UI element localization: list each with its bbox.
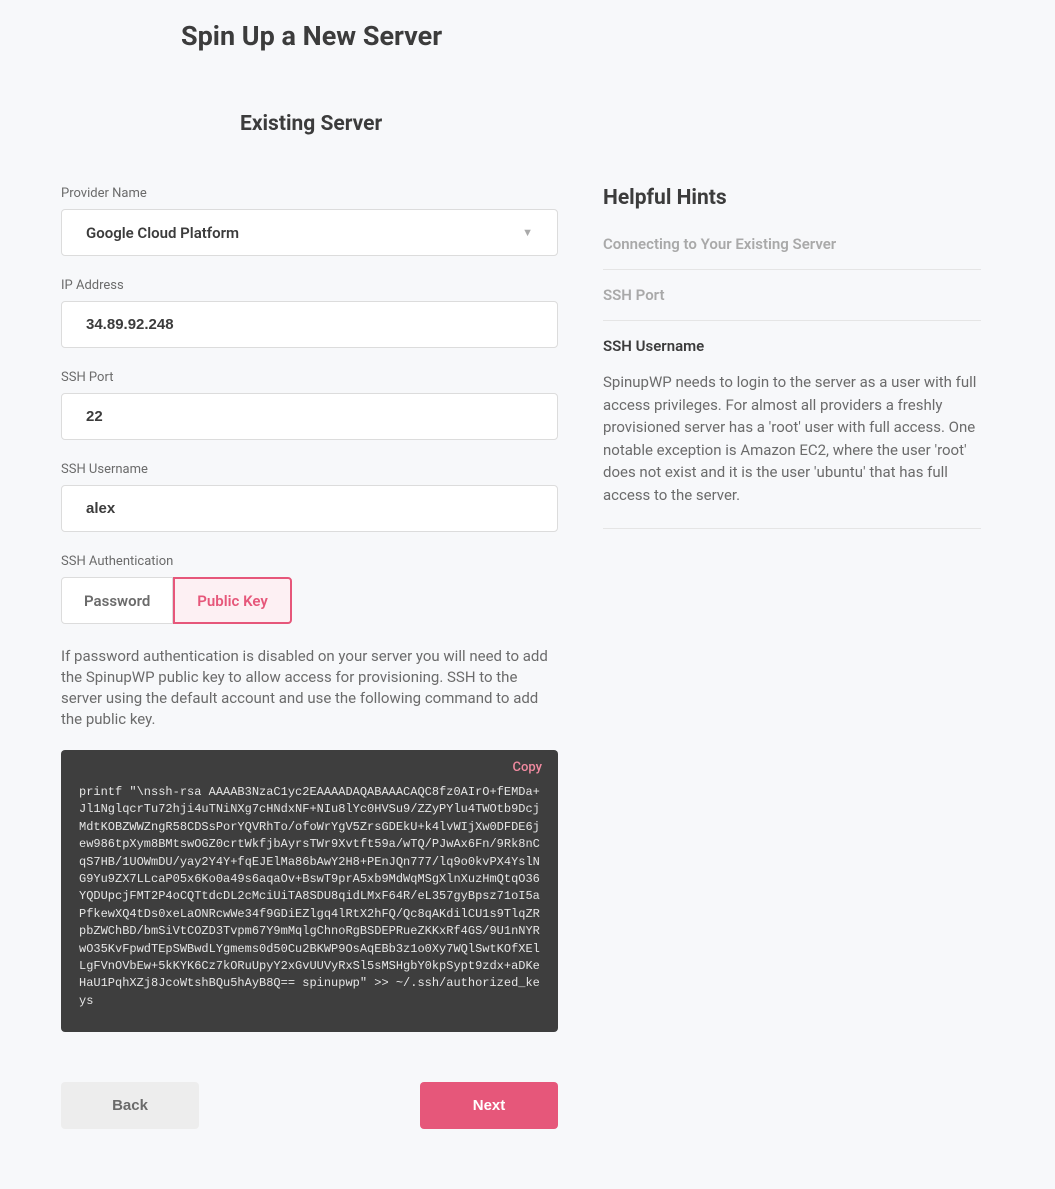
hint-item-connecting[interactable]: Connecting to Your Existing Server [603,235,981,270]
page-title: Spin Up a New Server [181,20,1055,52]
chevron-down-icon: ▼ [522,226,533,239]
hints-column: Helpful Hints Connecting to Your Existin… [603,186,981,1129]
ip-address-label: IP Address [61,278,558,293]
ssh-auth-label: SSH Authentication [61,554,558,569]
ssh-port-input[interactable] [61,393,558,440]
nav-buttons: Back Next [61,1082,558,1129]
hint-body: SpinupWP needs to login to the server as… [603,371,981,529]
back-button[interactable]: Back [61,1082,199,1129]
ssh-username-label: SSH Username [61,462,558,477]
ssh-username-input[interactable] [61,485,558,532]
ip-address-input[interactable] [61,301,558,348]
ssh-command-block: Copy printf "\nssh-rsa AAAAB3NzaC1yc2EAA… [61,750,558,1032]
provider-name-select[interactable]: Google Cloud Platform ▼ [61,209,558,256]
ssh-command-text: printf "\nssh-rsa AAAAB3NzaC1yc2EAAAADAQ… [79,784,540,1010]
provider-name-label: Provider Name [61,186,558,201]
hint-item-ssh-username[interactable]: SSH Username [603,321,981,371]
next-button[interactable]: Next [420,1082,558,1129]
form-column: Provider Name Google Cloud Platform ▼ IP… [61,186,558,1129]
copy-button[interactable]: Copy [513,760,542,775]
hint-item-ssh-port[interactable]: SSH Port [603,270,981,321]
ssh-auth-toggle: Password Public Key [61,577,558,624]
auth-public-key-button[interactable]: Public Key [173,577,292,624]
hints-title: Helpful Hints [603,186,981,210]
auth-password-button[interactable]: Password [61,577,173,624]
public-key-help-text: If password authentication is disabled o… [61,646,558,730]
provider-name-value: Google Cloud Platform [86,224,239,242]
sub-title: Existing Server [240,112,1055,136]
ssh-port-label: SSH Port [61,370,558,385]
